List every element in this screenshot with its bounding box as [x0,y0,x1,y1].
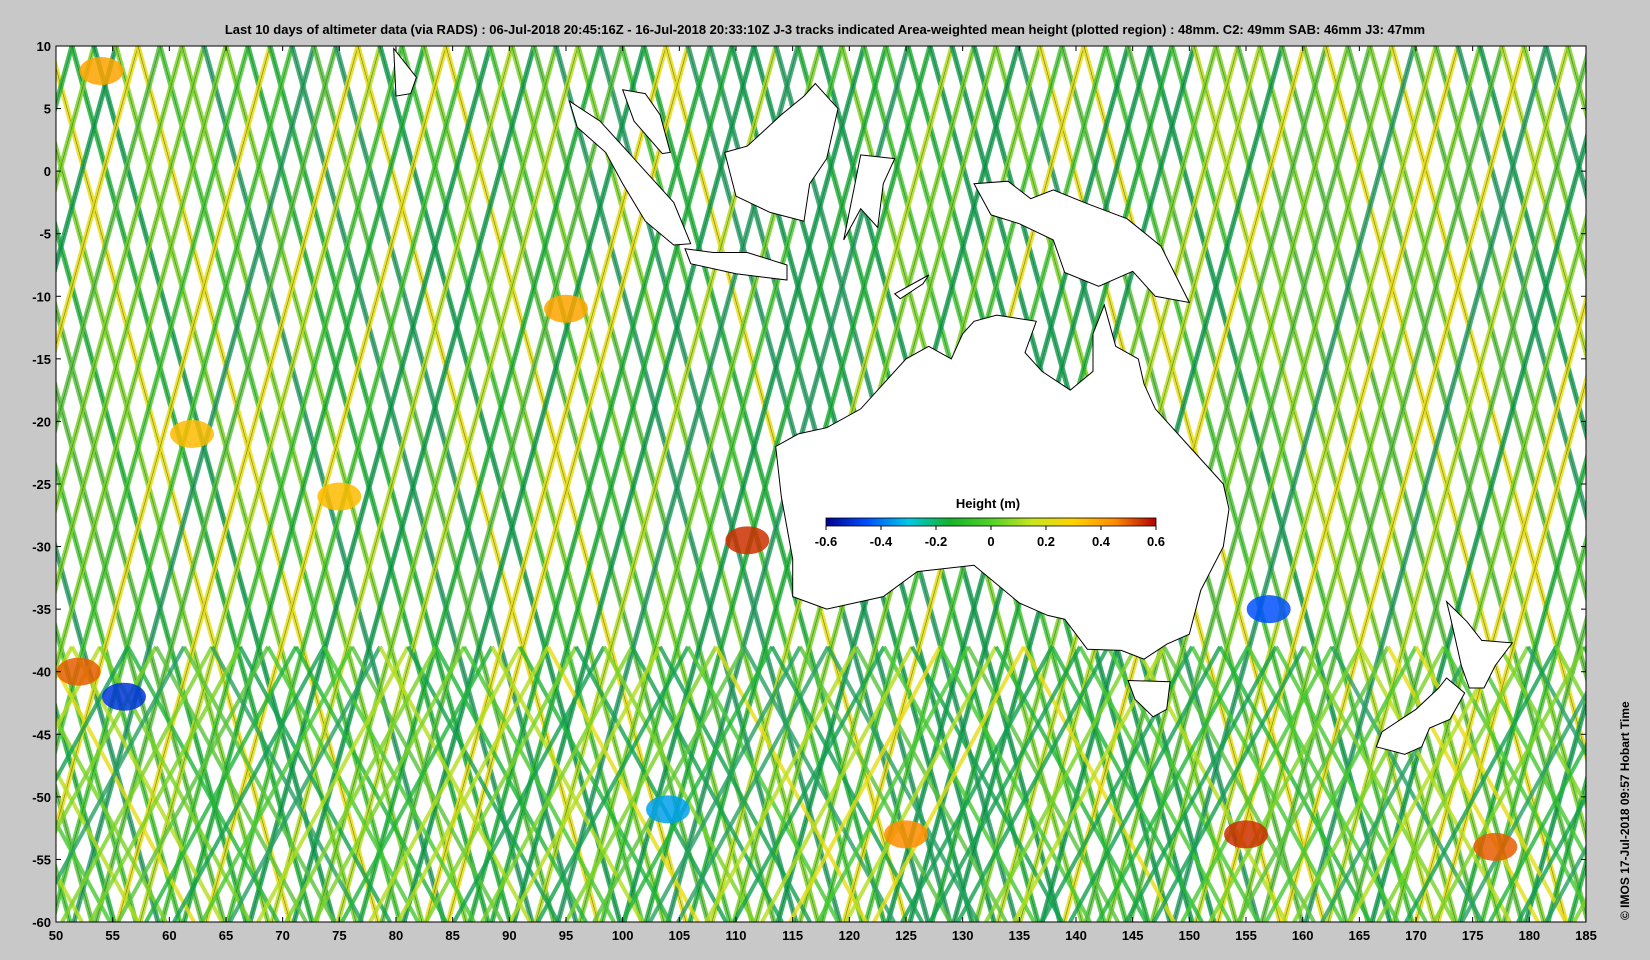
x-tick-label: 185 [1575,928,1597,943]
x-tick-label: 60 [162,928,176,943]
altimeter-track [0,647,26,922]
y-tick-label: -55 [32,852,51,867]
x-tick-label: 80 [389,928,403,943]
y-tick-label: -15 [32,352,51,367]
altimeter-track [0,46,28,922]
anomaly-spot [170,419,214,448]
x-tick-label: 125 [895,928,917,943]
j3-track-line [0,46,4,922]
anomaly-spot [646,795,690,824]
x-tick-label: 100 [612,928,634,943]
x-tick-label: 75 [332,928,346,943]
colorbar-tick-label: 0.2 [1037,534,1055,549]
anomaly-spot [317,482,362,511]
y-tick-label: -50 [32,790,51,805]
anomaly-spot [79,57,124,86]
x-tick-label: 95 [559,928,573,943]
x-tick-label: 70 [275,928,289,943]
x-tick-label: 160 [1292,928,1314,943]
x-tick-label: 155 [1235,928,1257,943]
altimeter-track [0,647,44,922]
y-tick-label: -35 [32,602,51,617]
anomaly-spot [1246,595,1291,624]
x-tick-label: 130 [952,928,974,943]
anomaly-spot [544,294,588,323]
y-tick-label: -10 [32,289,51,304]
altimeter-track [0,46,26,922]
x-tick-label: 175 [1462,928,1484,943]
x-tick-label: 65 [219,928,233,943]
j3-track-line [0,46,26,922]
j3-track-line [0,46,6,922]
altimeter-track [1630,647,1650,922]
x-tick-label: 135 [1008,928,1030,943]
x-tick-label: 145 [1122,928,1144,943]
x-tick-label: 115 [782,928,803,943]
y-tick-label: -30 [32,540,51,555]
x-tick-label: 90 [502,928,516,943]
y-tick-label: -20 [32,414,51,429]
anomaly-spot [884,820,928,849]
altimeter-track [0,46,6,922]
x-tick-label: 85 [445,928,459,943]
altimeter-track [1636,46,1650,922]
colorbar-gradient [825,517,1157,527]
y-tick-label: -40 [32,665,51,680]
y-tick-label: -60 [32,915,51,930]
credit-text: © IMOS 17-Jul-2018 09:57 Hobart Time [1618,701,1632,920]
y-tick-label: 5 [44,102,51,117]
x-tick-label: 170 [1405,928,1427,943]
colorbar-tick-label: -0.2 [925,534,947,549]
anomaly-spot [56,657,101,686]
x-tick-label: 110 [726,928,747,943]
colorbar-tick-label: 0.6 [1147,534,1165,549]
anomaly-spot [725,526,770,555]
colorbar-tick-label: -0.6 [815,534,837,549]
x-tick-label: 105 [668,928,690,943]
anomaly-spot [1224,820,1268,849]
altimeter-track [0,647,54,922]
colorbar-tick-label: -0.4 [870,534,893,549]
colorbar-title: Height (m) [956,496,1020,511]
x-tick-label: 50 [49,928,63,943]
altimeter-map: 50 55 60 65 70 75 80 85 90 95 100 105 110 115 120 125 13… [0,39,1650,943]
altimeter-track [1640,647,1650,922]
j3-track-line [1636,46,1650,922]
y-tick-label: 0 [44,164,51,179]
x-tick-label: 180 [1518,928,1540,943]
colorbar-tick-label: 0 [987,534,994,549]
x-tick-label: 140 [1065,928,1087,943]
altimeter-track [0,46,4,922]
y-tick-label: -25 [32,477,51,492]
altimeter-track [1634,46,1650,922]
colorbar-tick-label: 0.4 [1092,534,1111,549]
anomaly-spot [102,682,146,711]
anomaly-spot [1473,832,1518,861]
y-tick-label: 10 [37,39,51,54]
j3-track-line [0,46,28,922]
x-tick-label: 150 [1178,928,1200,943]
y-tick-label: -5 [39,227,51,242]
j3-track-line [1634,46,1650,922]
y-tick-label: -45 [32,727,51,742]
x-tick-label: 55 [105,928,119,943]
altimeter-track [0,647,16,922]
x-tick-label: 165 [1348,928,1370,943]
altimeter-track [1582,645,1586,655]
x-tick-label: 120 [838,928,860,943]
